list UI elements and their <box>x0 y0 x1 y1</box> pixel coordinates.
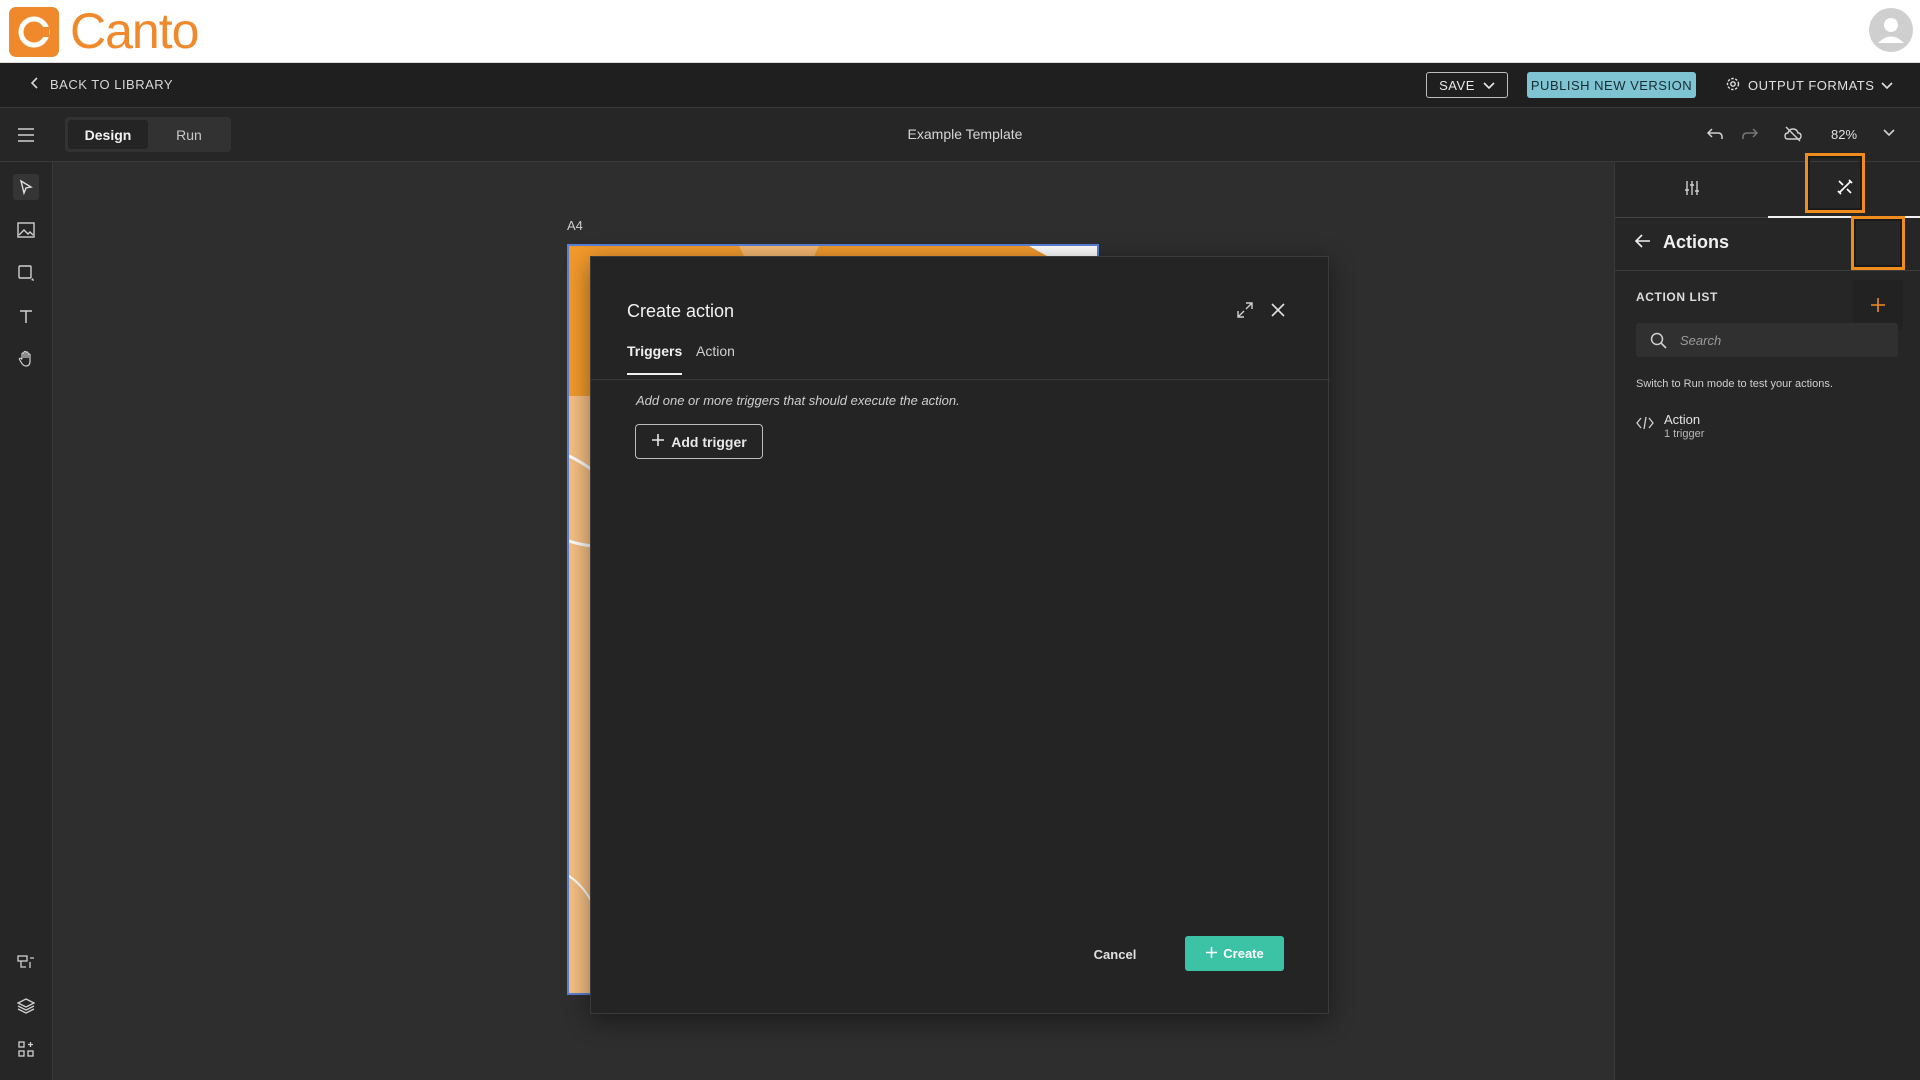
menu-icon[interactable] <box>16 125 36 145</box>
variables-icon[interactable] <box>13 949 39 975</box>
output-formats-button[interactable]: OUTPUT FORMATS <box>1725 76 1893 95</box>
back-to-library-label: BACK TO LIBRARY <box>50 77 174 92</box>
action-trigger-count: 1 trigger <box>1664 428 1705 440</box>
arrow-left-icon[interactable] <box>1634 232 1651 253</box>
actions-title: Actions <box>1663 232 1730 252</box>
add-trigger-label: Add trigger <box>671 433 747 450</box>
user-avatar[interactable] <box>1869 8 1913 52</box>
brand-name: Canto <box>70 3 199 59</box>
tab-design[interactable]: Design <box>68 120 148 149</box>
run-mode-hint: Switch to Run mode to test your actions. <box>1636 378 1833 390</box>
layers-icon[interactable] <box>13 993 39 1019</box>
create-label: Create <box>1223 946 1264 961</box>
search-icon <box>1650 332 1667 354</box>
chevron-left-icon <box>30 77 40 92</box>
save-button[interactable]: SAVE <box>1426 72 1508 98</box>
canto-logo-icon <box>9 7 59 57</box>
tab-triggers[interactable]: Triggers <box>627 343 683 375</box>
select-icon[interactable] <box>13 174 39 200</box>
panel-tabs <box>1615 162 1920 218</box>
properties-tab[interactable] <box>1615 162 1768 218</box>
cancel-button[interactable]: Cancel <box>1085 936 1145 972</box>
tab-divider <box>591 379 1330 380</box>
add-trigger-button[interactable]: Add trigger <box>635 424 763 459</box>
output-formats-label: OUTPUT FORMATS <box>1748 78 1875 93</box>
chevron-down-icon <box>1881 78 1893 93</box>
action-name: Action <box>1664 412 1701 427</box>
chevron-down-icon[interactable] <box>1882 126 1896 145</box>
document-title: Example Template <box>907 126 1023 142</box>
actions-tab-highlight <box>1805 153 1865 213</box>
plus-icon <box>1871 298 1885 312</box>
create-button[interactable]: Create <box>1185 936 1284 971</box>
cloud-off-icon <box>1783 125 1803 148</box>
expand-icon[interactable] <box>1236 301 1254 324</box>
action-list-label: ACTION LIST <box>1636 290 1718 304</box>
text-icon[interactable] <box>13 303 39 329</box>
image-icon[interactable] <box>13 217 39 243</box>
add-action-highlight <box>1851 216 1905 270</box>
divider <box>1615 270 1920 271</box>
editor-bar: Design Run Example Template 82% <box>0 108 1920 162</box>
triggers-hint: Add one or more triggers that should exe… <box>636 393 960 408</box>
zoom-level[interactable]: 82% <box>1831 127 1857 142</box>
top-toolbar: BACK TO LIBRARY SAVE PUBLISH NEW VERSION… <box>0 63 1920 108</box>
redo-icon[interactable] <box>1741 126 1759 147</box>
chevron-down-icon <box>1483 78 1495 93</box>
components-icon[interactable] <box>13 1036 39 1062</box>
dialog-title: Create action <box>627 301 735 321</box>
close-icon[interactable] <box>1269 301 1287 324</box>
actions-header: Actions <box>1634 232 1730 253</box>
code-icon <box>1636 416 1654 448</box>
right-panel: Actions ACTION LIST Switch to Run mode t… <box>1614 153 1920 1080</box>
brand-bar: Canto <box>0 0 1920 63</box>
tab-action[interactable]: Action <box>696 343 735 359</box>
search-input[interactable] <box>1680 323 1890 357</box>
back-to-library-link[interactable]: BACK TO LIBRARY <box>30 77 173 92</box>
undo-icon[interactable] <box>1706 126 1724 147</box>
hand-icon[interactable] <box>13 346 39 372</box>
plus-icon <box>651 433 665 450</box>
save-label: SAVE <box>1439 77 1475 93</box>
tool-rail <box>0 162 53 1080</box>
shape-icon[interactable] <box>13 260 39 286</box>
gear-icon <box>1725 76 1741 95</box>
page-size-label: A4 <box>567 218 583 233</box>
publish-new-version-button[interactable]: PUBLISH NEW VERSION <box>1527 72 1696 98</box>
action-search <box>1636 323 1898 357</box>
plus-icon <box>1205 946 1218 962</box>
sliders-icon <box>1683 179 1701 202</box>
action-list-item[interactable]: Action 1 trigger <box>1636 412 1898 448</box>
mode-tabs: Design Run <box>65 117 231 152</box>
tab-run[interactable]: Run <box>150 120 228 149</box>
create-action-dialog: Create action Triggers Action Add one or… <box>590 256 1330 1014</box>
